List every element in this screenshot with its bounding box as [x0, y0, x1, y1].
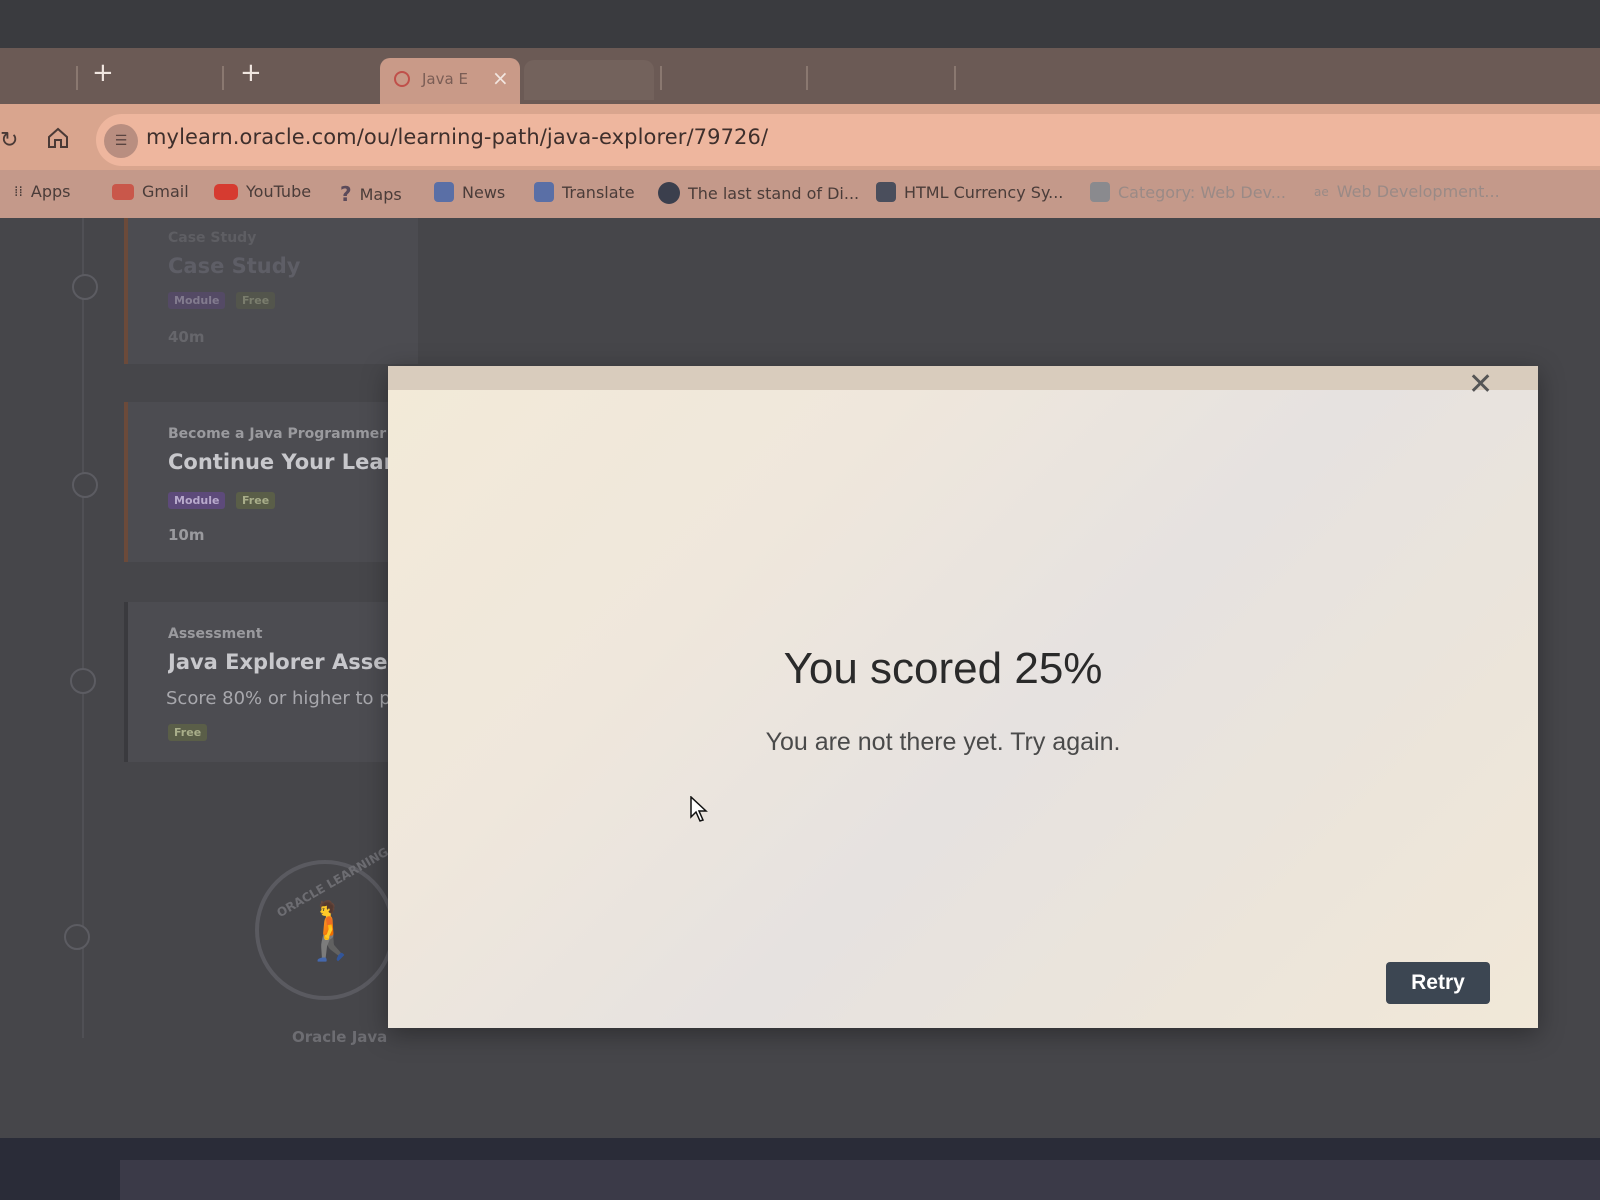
bookmark-label: Maps: [359, 184, 402, 204]
mouse-cursor-icon: [690, 796, 708, 822]
score-modal: ✕ You scored 25% You are not there yet. …: [388, 366, 1538, 1028]
bookmark-news[interactable]: News: [434, 182, 505, 202]
free-badge: Free: [236, 492, 276, 509]
card-duration: 40m: [168, 328, 205, 346]
new-tab-icon[interactable]: +: [92, 58, 114, 88]
apps-icon: ⁞⁞: [14, 183, 23, 200]
card-kicker: Assessment: [168, 626, 263, 642]
site-info-icon[interactable]: ☰: [104, 124, 138, 158]
card-title: Java Explorer Assess: [168, 650, 413, 674]
hiker-icon: 🚶: [296, 899, 366, 964]
bookmark-label: Apps: [30, 182, 71, 201]
tab-inactive[interactable]: [524, 60, 654, 100]
screen-bezel: [0, 0, 1600, 48]
oracle-favicon-icon: [394, 71, 410, 87]
tab-title: Java E: [422, 70, 468, 88]
free-badge: Free: [236, 292, 276, 309]
tab-separator: [222, 66, 224, 90]
maps-icon: ?: [340, 182, 352, 206]
screen-bottom-glare: [120, 1160, 1600, 1200]
close-icon[interactable]: ✕: [1468, 370, 1493, 400]
score-heading: You scored 25%: [783, 644, 1103, 693]
logo-caption: Oracle Java: [292, 1028, 388, 1046]
globe-icon: [658, 182, 680, 204]
timeline-step-circle: [64, 924, 90, 950]
bookmark-last-stand[interactable]: The last stand of Di...: [658, 182, 859, 204]
card-description: Score 80% or higher to pa: [166, 688, 402, 709]
tab-separator: [660, 66, 662, 90]
bookmark-label: Translate: [562, 182, 635, 202]
bookmark-maps[interactable]: ? Maps: [340, 182, 402, 206]
card-kicker: Become a Java Programmer: [168, 426, 387, 442]
bookmark-apps[interactable]: ⁞⁞ Apps: [14, 182, 71, 201]
card-kicker: Case Study: [168, 230, 257, 246]
gmail-icon: [112, 183, 134, 200]
new-tab-icon[interactable]: +: [240, 58, 262, 88]
bookmark-html-currency[interactable]: HTML Currency Sy...: [876, 182, 1063, 202]
free-badge: Free: [168, 724, 208, 741]
learning-card-continue[interactable]: Become a Java Programmer Continue Your L…: [124, 402, 418, 562]
youtube-icon: [214, 183, 238, 200]
bookmark-label: Gmail: [142, 182, 189, 201]
bookmark-category-webdev[interactable]: Category: Web Dev...: [1090, 182, 1286, 202]
bookmark-label: HTML Currency Sy...: [904, 182, 1064, 202]
home-icon[interactable]: [46, 126, 70, 150]
timeline-line: [82, 218, 84, 1038]
address-bar-url[interactable]: mylearn.oracle.com/ou/learning-path/java…: [146, 125, 768, 149]
retry-button[interactable]: Retry: [1386, 962, 1490, 1004]
news-icon: [434, 182, 454, 202]
learning-card-assessment[interactable]: Assessment Java Explorer Assess Score 80…: [124, 602, 418, 762]
translate-icon: [534, 182, 554, 202]
bookmark-label: News: [462, 182, 506, 202]
bookmark-translate[interactable]: Translate: [534, 182, 635, 202]
card-duration: 10m: [168, 526, 205, 544]
bookmark-label: YouTube: [246, 182, 312, 201]
timeline-step-circle: [72, 472, 98, 498]
modal-top-bar: [388, 366, 1538, 390]
bookmark-gmail[interactable]: Gmail: [112, 182, 189, 201]
timeline-step-circle: [70, 668, 96, 694]
tab-separator: [76, 66, 78, 90]
module-badge: Module: [168, 492, 226, 509]
card-title: Continue Your Learni: [168, 450, 417, 474]
tab-separator: [806, 66, 808, 90]
tab-close-icon[interactable]: ×: [492, 66, 509, 90]
bookmark-label: The last stand of Di...: [688, 183, 860, 203]
card-title: Case Study: [168, 254, 301, 278]
tab-active[interactable]: Java E ×: [380, 58, 520, 104]
ampersand-icon: [876, 182, 896, 202]
learning-card-case-study[interactable]: Case Study Case Study Module Free 40m: [124, 218, 418, 364]
score-message: You are not there yet. Try again.: [765, 728, 1121, 756]
s-icon: [1090, 182, 1110, 202]
bookmark-web-development[interactable]: ae Web Development...: [1314, 182, 1500, 201]
bookmark-label: Web Development...: [1336, 182, 1500, 201]
tab-separator: [954, 66, 956, 90]
bookmark-youtube[interactable]: YouTube: [214, 182, 311, 201]
bookmark-label: Category: Web Dev...: [1118, 182, 1287, 202]
timeline-step-circle: [72, 274, 98, 300]
bookmark-icon: ae: [1314, 184, 1329, 199]
reload-icon[interactable]: ↻: [0, 128, 18, 153]
module-badge: Module: [168, 292, 226, 309]
